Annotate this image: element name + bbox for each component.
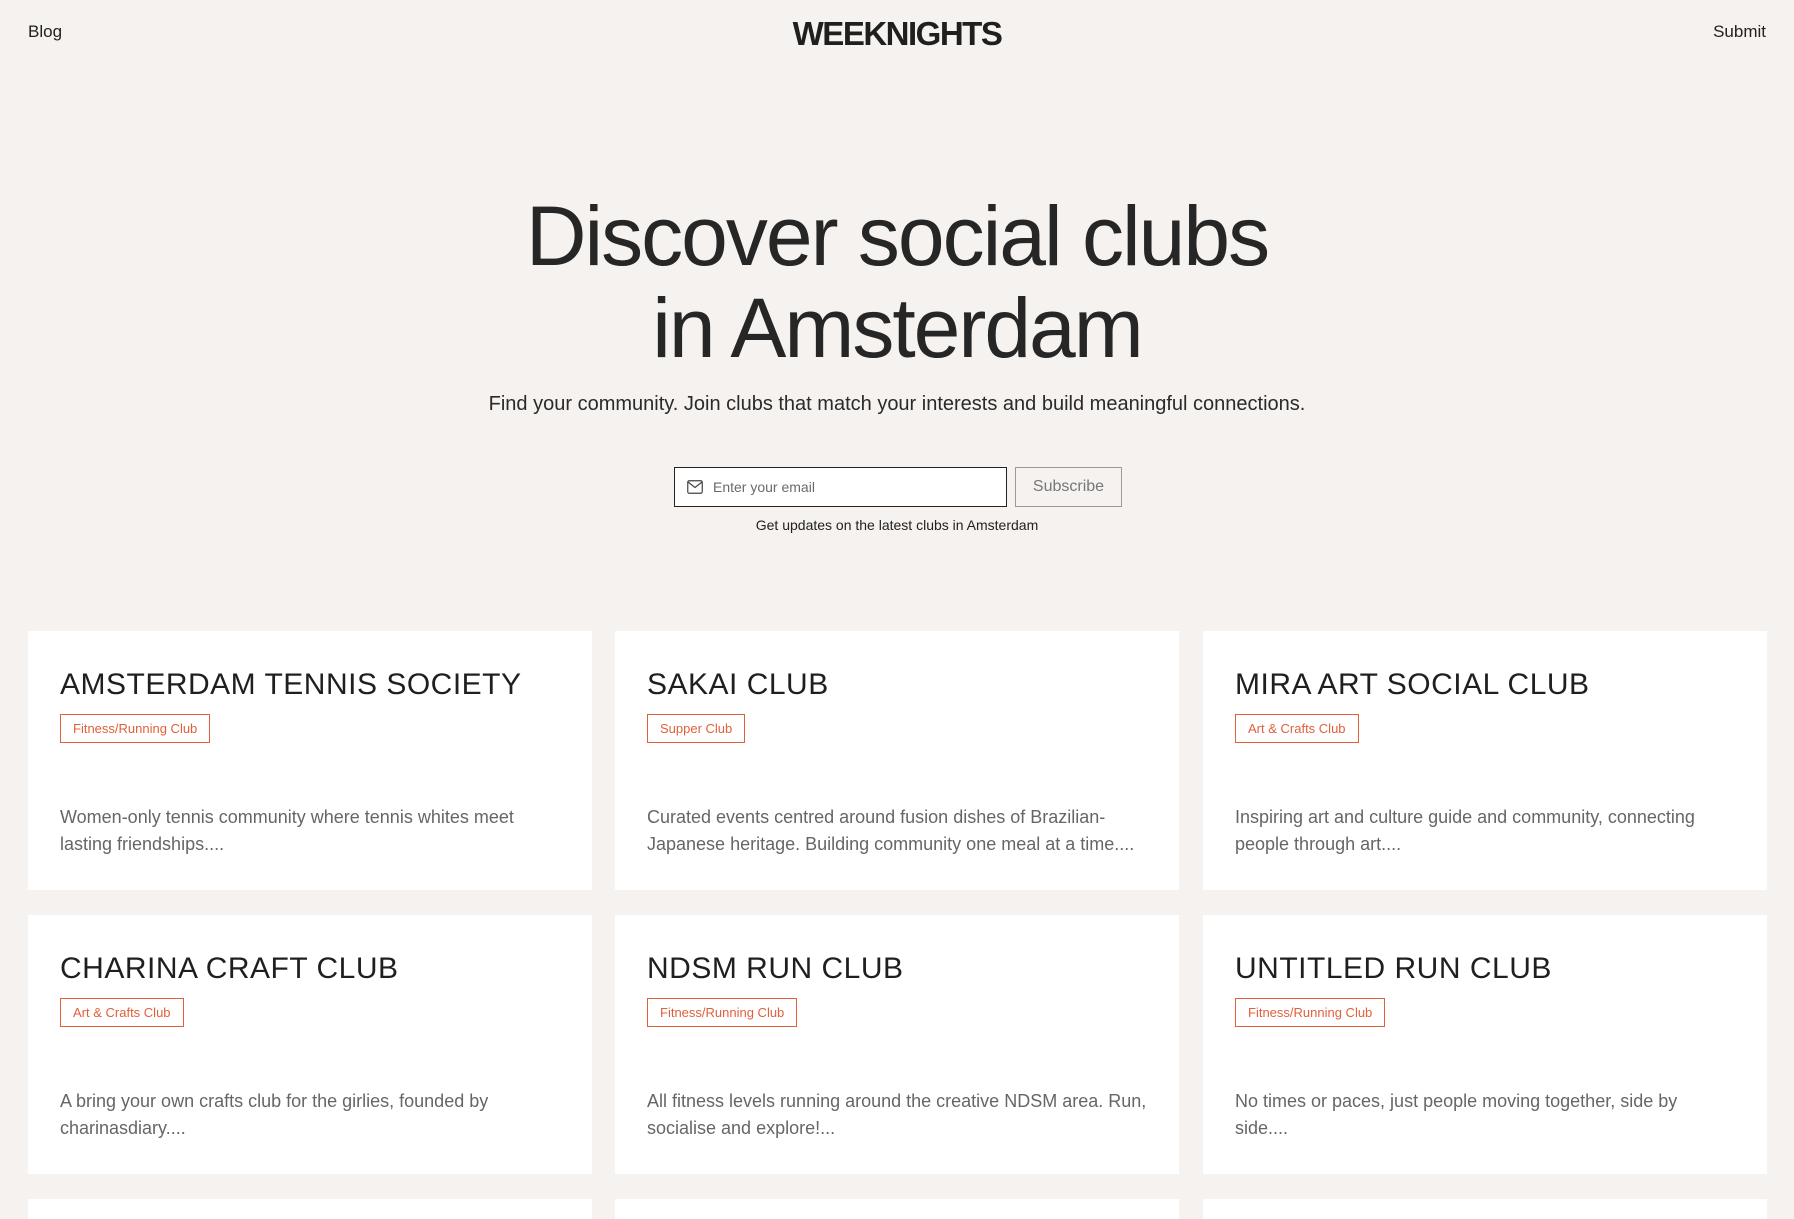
club-card-partial[interactable]: [28, 1199, 592, 1219]
subscribe-note: Get updates on the latest clubs in Amste…: [755, 517, 1039, 533]
club-name: MIRA ART SOCIAL CLUB: [1235, 668, 1590, 701]
club-category-tag: Art & Crafts Club: [60, 998, 184, 1027]
club-description: Inspiring art and culture guide and comm…: [1235, 807, 1695, 854]
email-field-container[interactable]: [674, 467, 1007, 507]
subscribe-button[interactable]: Subscribe: [1015, 467, 1122, 507]
club-name: AMSTERDAM TENNIS SOCIETY: [60, 668, 522, 701]
subscribe-form: Subscribe: [674, 467, 1122, 507]
club-category-tag: Fitness/Running Club: [1235, 998, 1386, 1027]
hero-title: Discover social clubs in Amsterdam: [0, 190, 1794, 374]
top-bar: Blog WEEKNIGHTS Submit: [0, 0, 1794, 70]
mail-icon: [687, 480, 703, 494]
club-category-tag: Art & Crafts Club: [1235, 714, 1359, 743]
club-card[interactable]: UNTITLED RUN CLUB Fitness/Running Club N…: [1203, 915, 1767, 1174]
club-card[interactable]: AMSTERDAM TENNIS SOCIETY Fitness/Running…: [28, 631, 592, 890]
club-card[interactable]: MIRA ART SOCIAL CLUB Art & Crafts Club I…: [1203, 631, 1767, 890]
hero-subtitle: Find your community. Join clubs that mat…: [488, 393, 1306, 415]
club-name: NDSM RUN CLUB: [647, 952, 904, 985]
club-card-partial[interactable]: [1203, 1199, 1767, 1219]
club-card[interactable]: SAKAI CLUB Supper Club Curated events ce…: [615, 631, 1179, 890]
club-description: A bring your own crafts club for the gir…: [60, 1091, 489, 1138]
club-description: All fitness levels running around the cr…: [647, 1091, 1147, 1138]
hero-title-line-1: Discover social clubs: [525, 189, 1270, 283]
club-category-tag: Supper Club: [647, 714, 746, 743]
club-card[interactable]: CHARINA CRAFT CLUB Art & Crafts Club A b…: [28, 915, 592, 1174]
club-name: UNTITLED RUN CLUB: [1235, 952, 1552, 985]
club-description: No times or paces, just people moving to…: [1235, 1091, 1678, 1138]
site-logo[interactable]: WEEKNIGHTS: [0, 15, 1794, 53]
email-input[interactable]: [713, 468, 998, 505]
hero-title-line-2: in Amsterdam: [652, 281, 1144, 375]
club-description: Women-only tennis community where tennis…: [60, 807, 514, 854]
club-category-tag: Fitness/Running Club: [60, 714, 211, 743]
club-category-tag: Fitness/Running Club: [647, 998, 798, 1027]
club-name: CHARINA CRAFT CLUB: [60, 952, 399, 985]
club-description: Curated events centred around fusion dis…: [647, 807, 1135, 854]
club-card-partial[interactable]: [615, 1199, 1179, 1219]
club-card[interactable]: NDSM RUN CLUB Fitness/Running Club All f…: [615, 915, 1179, 1174]
club-name: SAKAI CLUB: [647, 668, 829, 701]
nav-submit-link[interactable]: Submit: [1713, 22, 1766, 42]
